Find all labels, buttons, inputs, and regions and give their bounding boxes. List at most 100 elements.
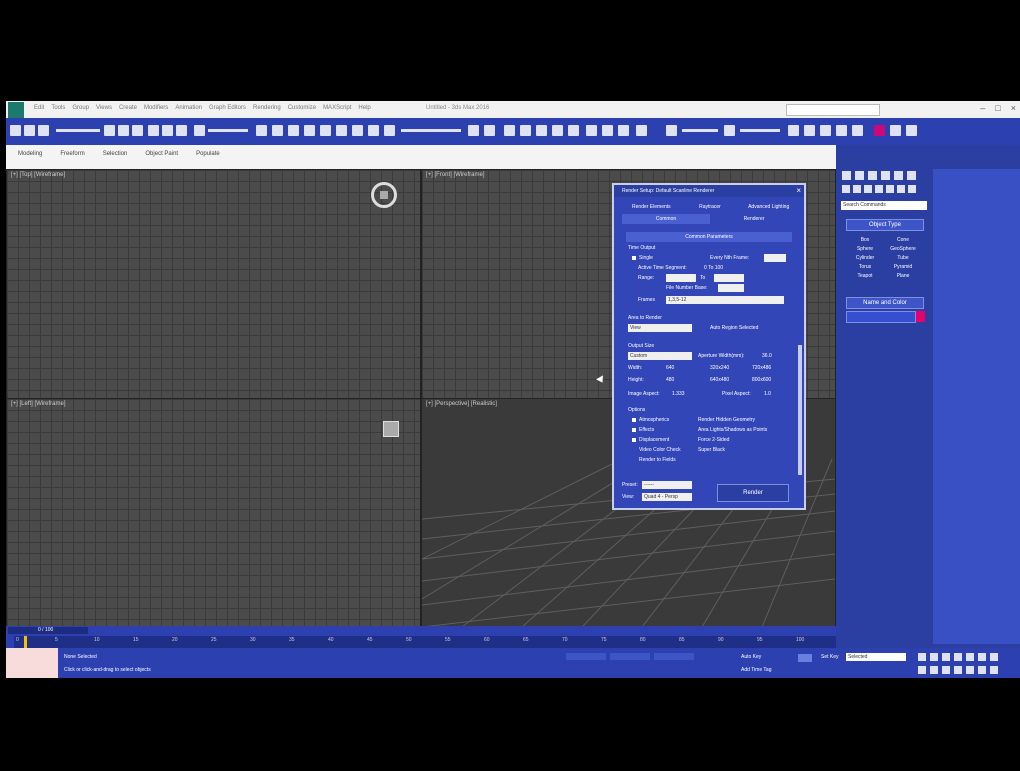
coord-system-dropdown[interactable] <box>208 129 248 132</box>
rotate-icon[interactable] <box>162 125 173 136</box>
render-setup-icon[interactable] <box>552 125 563 136</box>
menu-group[interactable]: Group <box>72 105 89 111</box>
display-tab-icon[interactable] <box>894 171 903 180</box>
aperture-width-value[interactable]: 36.0 <box>762 353 772 359</box>
space-warps-icon[interactable] <box>897 185 905 193</box>
selection-filter-dropdown[interactable] <box>56 129 100 132</box>
render-iterative-icon[interactable] <box>602 125 613 136</box>
move-icon[interactable] <box>148 125 159 136</box>
x-coord-field[interactable] <box>566 653 606 660</box>
cone-button[interactable]: Cone <box>884 237 922 243</box>
menu-modifiers[interactable]: Modifiers <box>144 105 168 111</box>
go-to-start-icon[interactable] <box>918 653 926 661</box>
reference-coord-icon[interactable] <box>194 125 205 136</box>
render-production-icon[interactable] <box>586 125 597 136</box>
viewport-label[interactable]: [+] [Top] [Wireframe] <box>11 172 65 178</box>
select-manipulate-icon[interactable] <box>272 125 283 136</box>
tab-selection[interactable]: Selection <box>103 151 128 157</box>
link-icon[interactable] <box>38 125 49 136</box>
width-value[interactable]: 640 <box>666 365 674 371</box>
geometry-icon[interactable] <box>842 185 850 193</box>
area-lights-checkbox[interactable]: Area Lights/Shadows as Points <box>698 427 767 433</box>
cylinder-button[interactable]: Cylinder <box>846 255 884 261</box>
helpers-icon[interactable] <box>886 185 894 193</box>
mirror-icon[interactable] <box>368 125 379 136</box>
menu-animation[interactable]: Animation <box>175 105 202 111</box>
pyramid-button[interactable]: Pyramid <box>884 264 922 270</box>
plane-button[interactable]: Plane <box>884 273 922 279</box>
menu-graph-editors[interactable]: Graph Editors <box>209 105 246 111</box>
tab-renderer[interactable]: Renderer <box>710 214 798 224</box>
preset-dropdown[interactable]: ------ <box>642 481 692 489</box>
viewport-label[interactable]: [+] [Front] [Wireframe] <box>426 172 485 178</box>
spinner-snap-icon[interactable] <box>336 125 347 136</box>
zoom-icon[interactable] <box>804 125 815 136</box>
viewcube-icon[interactable] <box>371 182 397 208</box>
time-slider[interactable]: 0 / 100 <box>8 627 88 634</box>
auto-key-label[interactable]: Auto Key <box>741 654 761 660</box>
area-to-render-dropdown[interactable]: View <box>628 324 692 332</box>
range-end-input[interactable] <box>714 274 744 282</box>
schematic-view-icon[interactable] <box>520 125 531 136</box>
frames-input[interactable]: 1,3,5-12 <box>666 296 784 304</box>
a360-icon[interactable] <box>636 125 647 136</box>
curve-editor-icon[interactable] <box>504 125 515 136</box>
next-frame-icon[interactable] <box>954 653 962 661</box>
undo-icon[interactable] <box>10 125 21 136</box>
range-start-input[interactable] <box>666 274 696 282</box>
image-aspect-value[interactable]: 1.333 <box>672 391 685 397</box>
track-bar[interactable]: 0 5 10 15 20 25 30 35 40 45 50 55 60 65 … <box>14 636 836 648</box>
settings-icon[interactable] <box>906 125 917 136</box>
teapot-button[interactable]: Teapot <box>846 273 884 279</box>
dialog-scrollbar[interactable] <box>798 345 802 475</box>
set-key-label[interactable]: Set Key <box>821 654 839 660</box>
percent-snap-icon[interactable] <box>320 125 331 136</box>
y-coord-field[interactable] <box>610 653 650 660</box>
modify-tab-icon[interactable] <box>855 171 864 180</box>
render-slider[interactable] <box>682 129 718 132</box>
tab-advanced-lighting[interactable]: Advanced Lighting <box>739 202 798 212</box>
toggle-ribbon-icon[interactable] <box>484 125 495 136</box>
pixel-aspect-value[interactable]: 1.0 <box>764 391 771 397</box>
object-name-field[interactable] <box>846 311 916 323</box>
systems-icon[interactable] <box>908 185 916 193</box>
tab-populate[interactable]: Populate <box>196 151 220 157</box>
rendered-frame-window-icon[interactable] <box>568 125 579 136</box>
menu-customize[interactable]: Customize <box>288 105 316 111</box>
preset-640x480-button[interactable]: 640x480 <box>710 377 729 383</box>
tab-object-paint[interactable]: Object Paint <box>145 151 178 157</box>
height-value[interactable]: 480 <box>666 377 674 383</box>
viewport-top[interactable]: [+] [Top] [Wireframe] <box>6 169 421 399</box>
zoom-icon[interactable] <box>918 666 926 674</box>
render-hidden-geometry-checkbox[interactable]: Render Hidden Geometry <box>698 417 755 423</box>
name-and-color-header[interactable]: Name and Color <box>846 297 924 309</box>
super-black-checkbox[interactable]: Super Black <box>698 447 725 453</box>
orbit-icon[interactable] <box>836 125 847 136</box>
every-nth-input[interactable] <box>764 254 786 262</box>
search-input[interactable] <box>786 104 880 116</box>
cameras-icon[interactable] <box>875 185 883 193</box>
z-coord-field[interactable] <box>654 653 694 660</box>
hierarchy-tab-icon[interactable] <box>868 171 877 180</box>
tab-render-elements[interactable]: Render Elements <box>622 202 681 212</box>
utilities-tab-icon[interactable] <box>907 171 916 180</box>
torus-button[interactable]: Torus <box>846 264 884 270</box>
orbit-icon[interactable] <box>978 666 986 674</box>
frames-radio[interactable]: Frames <box>638 297 655 303</box>
frame-icon[interactable] <box>890 125 901 136</box>
select-by-name-icon[interactable] <box>118 125 129 136</box>
tab-modeling[interactable]: Modeling <box>18 151 42 157</box>
menu-help[interactable]: Help <box>358 105 370 111</box>
pan-icon[interactable] <box>820 125 831 136</box>
minimize-icon[interactable]: – <box>980 103 985 113</box>
layer-explorer-icon[interactable] <box>468 125 479 136</box>
previous-frame-icon[interactable] <box>930 653 938 661</box>
add-time-tag-label[interactable]: Add Time Tag <box>741 667 771 673</box>
menu-views[interactable]: Views <box>96 105 112 111</box>
play-icon[interactable] <box>942 653 950 661</box>
render-button[interactable]: Render <box>717 484 789 502</box>
current-frame-marker[interactable] <box>24 636 27 648</box>
app-logo-icon[interactable] <box>8 102 24 118</box>
single-radio[interactable]: Single <box>632 255 653 261</box>
viewport-label[interactable]: [+] [Left] [Wireframe] <box>11 401 66 407</box>
